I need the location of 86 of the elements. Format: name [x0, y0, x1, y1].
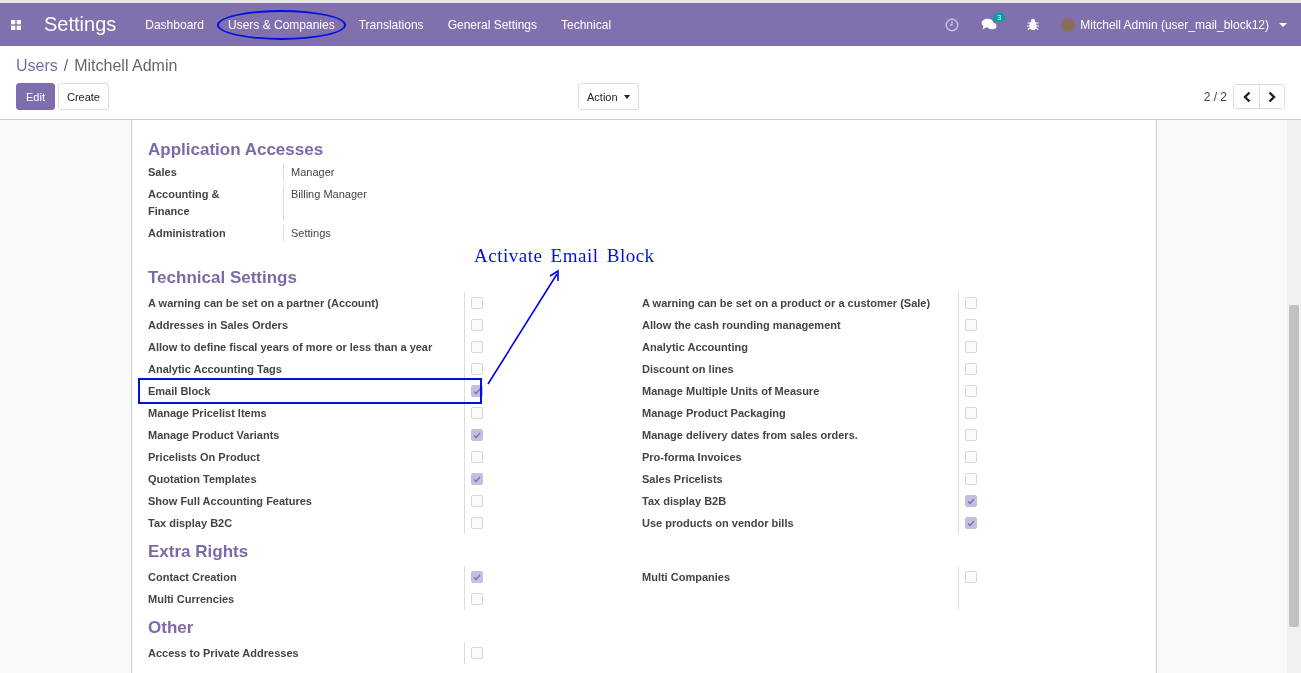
checkbox[interactable] [965, 319, 977, 331]
setting-label: Discount on lines [642, 362, 735, 377]
checkbox[interactable] [471, 407, 483, 419]
checkbox[interactable] [471, 517, 483, 529]
chevron-right-icon [1267, 90, 1277, 103]
menu-item[interactable]: Dashboard [134, 9, 215, 40]
checkbox[interactable] [965, 571, 977, 583]
caret-icon [1279, 22, 1287, 27]
setting-label: Pro-forma Invoices [642, 450, 743, 465]
section-heading: Extra Rights [148, 542, 249, 562]
section-heading: Application Accesses [148, 140, 324, 160]
section-heading: Technical Settings [148, 268, 297, 288]
field-label: Administration [148, 226, 227, 241]
setting-label: Multi Currencies [148, 592, 236, 607]
field-value: Settings [283, 225, 683, 242]
checkbox[interactable] [471, 473, 483, 485]
checkbox[interactable] [471, 319, 483, 331]
setting-label: A warning can be set on a product or a customer (Sale) [642, 296, 932, 311]
checkbox[interactable] [965, 363, 977, 375]
setting-label: Multi Companies [642, 570, 731, 585]
checkbox[interactable] [471, 297, 483, 309]
checkbox[interactable] [965, 429, 977, 441]
avatar-icon [1061, 17, 1076, 32]
create-button[interactable]: Create [57, 83, 109, 110]
setting-label: Addresses in Sales Orders [148, 318, 289, 333]
setting-label: Tax display B2C [148, 516, 234, 531]
next-button[interactable] [1259, 85, 1284, 108]
section-heading: Other [148, 618, 194, 638]
setting-label: Access to Private Addresses [148, 646, 300, 661]
checkbox[interactable] [471, 341, 483, 353]
checkbox[interactable] [471, 647, 483, 659]
setting-label: Analytic Accounting [642, 340, 749, 355]
breadcrumb-link[interactable]: Users [16, 57, 58, 75]
checkbox[interactable] [471, 495, 483, 507]
scrollbar[interactable] [1287, 120, 1301, 673]
checkbox[interactable] [965, 407, 977, 419]
setting-label: Email Block [140, 380, 480, 402]
setting-label: A warning can be set on a partner (Account) [148, 296, 380, 311]
annotation-text: Activate Email Block [474, 245, 655, 267]
checkbox[interactable] [965, 297, 977, 309]
breadcrumb-current: Mitchell Admin [74, 57, 178, 75]
field-label: Sales [148, 165, 178, 180]
app-title: Settings [44, 13, 117, 36]
checkbox[interactable] [965, 341, 977, 353]
chevron-left-icon [1241, 90, 1252, 103]
setting-label: Use products on vendor bills [642, 516, 795, 531]
clock-icon[interactable] [945, 17, 960, 32]
menu-item[interactable]: Translations [347, 9, 435, 40]
checkbox[interactable] [471, 571, 483, 583]
field-label: Accounting & Finance [148, 187, 221, 219]
checkbox[interactable] [965, 495, 977, 507]
bug-icon[interactable] [1027, 18, 1040, 31]
setting-label: Show Full Accounting Features [148, 494, 313, 509]
checkbox[interactable] [471, 363, 483, 375]
checkbox[interactable] [965, 473, 977, 485]
setting-label: Manage delivery dates from sales orders. [642, 428, 859, 443]
setting-label: Analytic Accounting Tags [148, 362, 283, 377]
setting-label: Allow to define fiscal years of more or less than a year [148, 340, 434, 355]
setting-label: Manage Product Packaging [642, 406, 787, 421]
checkbox[interactable] [471, 451, 483, 463]
setting-label: Quotation Templates [148, 472, 258, 487]
field-value: Billing Manager [283, 186, 683, 220]
setting-label: Manage Multiple Units of Measure [642, 384, 821, 399]
setting-label: Manage Product Variants [148, 428, 281, 443]
action-dropdown[interactable]: Action [578, 83, 639, 110]
breadcrumb-separator: / [63, 57, 69, 75]
menu-item[interactable]: Users & Companies [217, 9, 346, 40]
checkbox[interactable] [471, 429, 483, 441]
chat-icon[interactable] [981, 18, 998, 31]
checkbox[interactable] [965, 517, 977, 529]
setting-label: Sales Pricelists [642, 472, 724, 487]
setting-label: Tax display B2B [642, 494, 728, 509]
checkbox[interactable] [965, 385, 977, 397]
apps-menu-icon[interactable] [11, 19, 21, 30]
setting-label: Manage Pricelist Items [148, 406, 268, 421]
field-value: Manager [283, 164, 683, 181]
menu-item[interactable]: General Settings [436, 9, 548, 40]
setting-label: Contact Creation [148, 570, 238, 585]
pager-value: 2 / 2 [1203, 89, 1227, 104]
setting-label: Allow the cash rounding management [642, 318, 842, 333]
checkbox[interactable] [965, 451, 977, 463]
user-menu[interactable]: Mitchell Admin (user_mail_block12) [1061, 17, 1287, 32]
checkbox[interactable] [471, 593, 483, 605]
menu-item[interactable]: Technical [550, 9, 623, 40]
edit-button[interactable]: Edit [16, 83, 55, 110]
setting-label: Pricelists On Product [148, 450, 261, 465]
